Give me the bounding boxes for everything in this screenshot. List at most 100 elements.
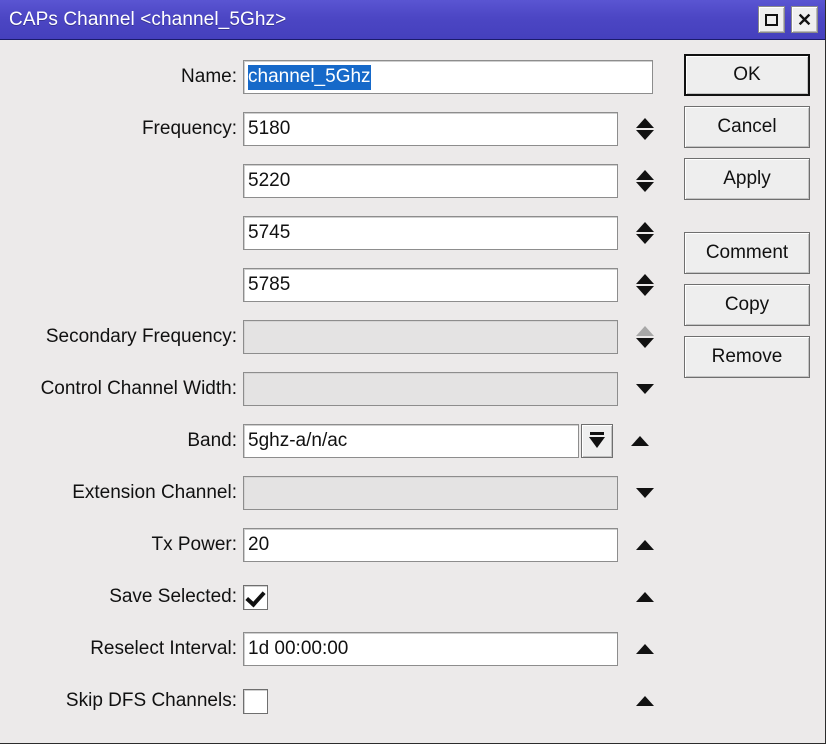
field-name: channel_5Ghz [243,60,653,94]
arrow-up-icon [636,118,654,128]
arrow-up-icon [631,436,649,446]
frequency-input-2[interactable]: 5220 [243,164,618,198]
label-frequency: Frequency: [141,118,237,139]
field-control-channel-width [243,372,662,406]
arrow-up-icon [636,592,654,602]
skip-dfs-channels-collapse-arrow[interactable] [628,684,662,718]
frequency-spinner-3[interactable] [628,216,662,250]
control-channel-width-expand[interactable] [628,372,662,406]
frequency-spinner-1[interactable] [628,112,662,146]
settings-form: Name: channel_5Ghz Frequency: 5180 5220 … [0,40,672,733]
label-control-channel-width: Control Channel Width: [40,378,237,399]
arrow-down-icon [636,286,654,296]
frequency-spinner-2[interactable] [628,164,662,198]
row-tx-power: Tx Power: 20 [0,525,672,565]
label-save-selected: Save Selected: [109,586,237,607]
save-selected-collapse-arrow[interactable] [628,580,662,614]
row-frequency-2: 5220 [0,161,672,201]
row-frequency-4: 5785 [0,265,672,305]
field-frequency-1: 5180 [243,112,662,146]
field-frequency-2: 5220 [243,164,662,198]
row-band: Band: 5ghz-a/n/ac [0,421,672,461]
label-reselect-interval: Reselect Interval: [90,638,237,659]
arrow-down-icon [636,234,654,244]
row-save-selected: Save Selected: [0,577,672,617]
frequency-input-1[interactable]: 5180 [243,112,618,146]
remove-button[interactable]: Remove [684,336,810,378]
field-save-selected [243,580,662,614]
row-extension-channel: Extension Channel: [0,473,672,513]
skip-dfs-channels-holder [243,684,618,718]
label-tx-power: Tx Power: [151,534,237,555]
extension-channel-input[interactable] [243,476,618,510]
caps-channel-dialog: CAPs Channel <channel_5Ghz> ✕ Name: chan… [0,0,826,744]
frequency-input-3[interactable]: 5745 [243,216,618,250]
cancel-button[interactable]: Cancel [684,106,810,148]
label-name: Name: [181,66,237,87]
dropdown-arrow-icon [589,432,605,450]
save-selected-checkbox[interactable] [243,584,268,610]
field-secondary-frequency [243,320,662,354]
extension-channel-expand[interactable] [628,476,662,510]
reselect-interval-collapse-arrow[interactable] [628,632,662,666]
arrow-up-icon [636,696,654,706]
label-skip-dfs-channels: Skip DFS Channels: [65,690,237,711]
frequency-spinner-4[interactable] [628,268,662,302]
close-icon: ✕ [796,9,813,30]
arrow-down-icon [636,130,654,140]
title-bar[interactable]: CAPs Channel <channel_5Ghz> ✕ [0,0,825,40]
apply-button[interactable]: Apply [684,158,810,200]
arrow-down-icon [636,384,654,394]
name-input[interactable]: channel_5Ghz [243,60,653,94]
window-controls: ✕ [758,6,818,33]
frequency-input-4[interactable]: 5785 [243,268,618,302]
row-frequency-1: Frequency: 5180 [0,109,672,149]
arrow-down-icon [636,182,654,192]
field-tx-power: 20 [243,528,662,562]
close-button[interactable]: ✕ [791,6,818,33]
arrow-up-icon [636,326,654,336]
restore-button[interactable] [758,6,785,33]
restore-icon [765,13,778,26]
action-buttons: OK Cancel Apply Comment Copy Remove [684,54,810,388]
name-input-value: channel_5Ghz [248,64,371,90]
tx-power-collapse-arrow[interactable] [628,528,662,562]
row-skip-dfs-channels: Skip DFS Channels: [0,681,672,721]
band-dropdown-button[interactable] [581,424,613,458]
field-skip-dfs-channels [243,684,662,718]
arrow-up-icon [636,222,654,232]
comment-button[interactable]: Comment [684,232,810,274]
window-title: CAPs Channel <channel_5Ghz> [9,8,287,30]
secondary-frequency-input[interactable] [243,320,618,354]
skip-dfs-channels-checkbox[interactable] [243,688,268,714]
dialog-body: Name: channel_5Ghz Frequency: 5180 5220 … [0,40,825,743]
copy-button[interactable]: Copy [684,284,810,326]
row-control-channel-width: Control Channel Width: [0,369,672,409]
field-extension-channel [243,476,662,510]
arrow-down-icon [636,338,654,348]
label-band: Band: [187,430,237,451]
field-reselect-interval: 1d 00:00:00 [243,632,662,666]
band-input[interactable]: 5ghz-a/n/ac [243,424,579,458]
band-collapse-arrow[interactable] [623,424,657,458]
field-band: 5ghz-a/n/ac [243,424,657,458]
save-selected-holder [243,580,618,614]
arrow-up-icon [636,170,654,180]
arrow-down-icon [636,488,654,498]
label-extension-channel: Extension Channel: [72,482,237,503]
ok-button[interactable]: OK [684,54,810,96]
row-frequency-3: 5745 [0,213,672,253]
arrow-up-icon [636,274,654,284]
field-frequency-3: 5745 [243,216,662,250]
field-frequency-4: 5785 [243,268,662,302]
row-secondary-frequency: Secondary Frequency: [0,317,672,357]
row-name: Name: channel_5Ghz [0,57,672,97]
arrow-up-icon [636,644,654,654]
control-channel-width-input[interactable] [243,372,618,406]
row-reselect-interval: Reselect Interval: 1d 00:00:00 [0,629,672,669]
tx-power-input[interactable]: 20 [243,528,618,562]
arrow-up-icon [636,540,654,550]
reselect-interval-input[interactable]: 1d 00:00:00 [243,632,618,666]
label-secondary-frequency: Secondary Frequency: [45,326,237,347]
secondary-frequency-spinner[interactable] [628,320,662,354]
